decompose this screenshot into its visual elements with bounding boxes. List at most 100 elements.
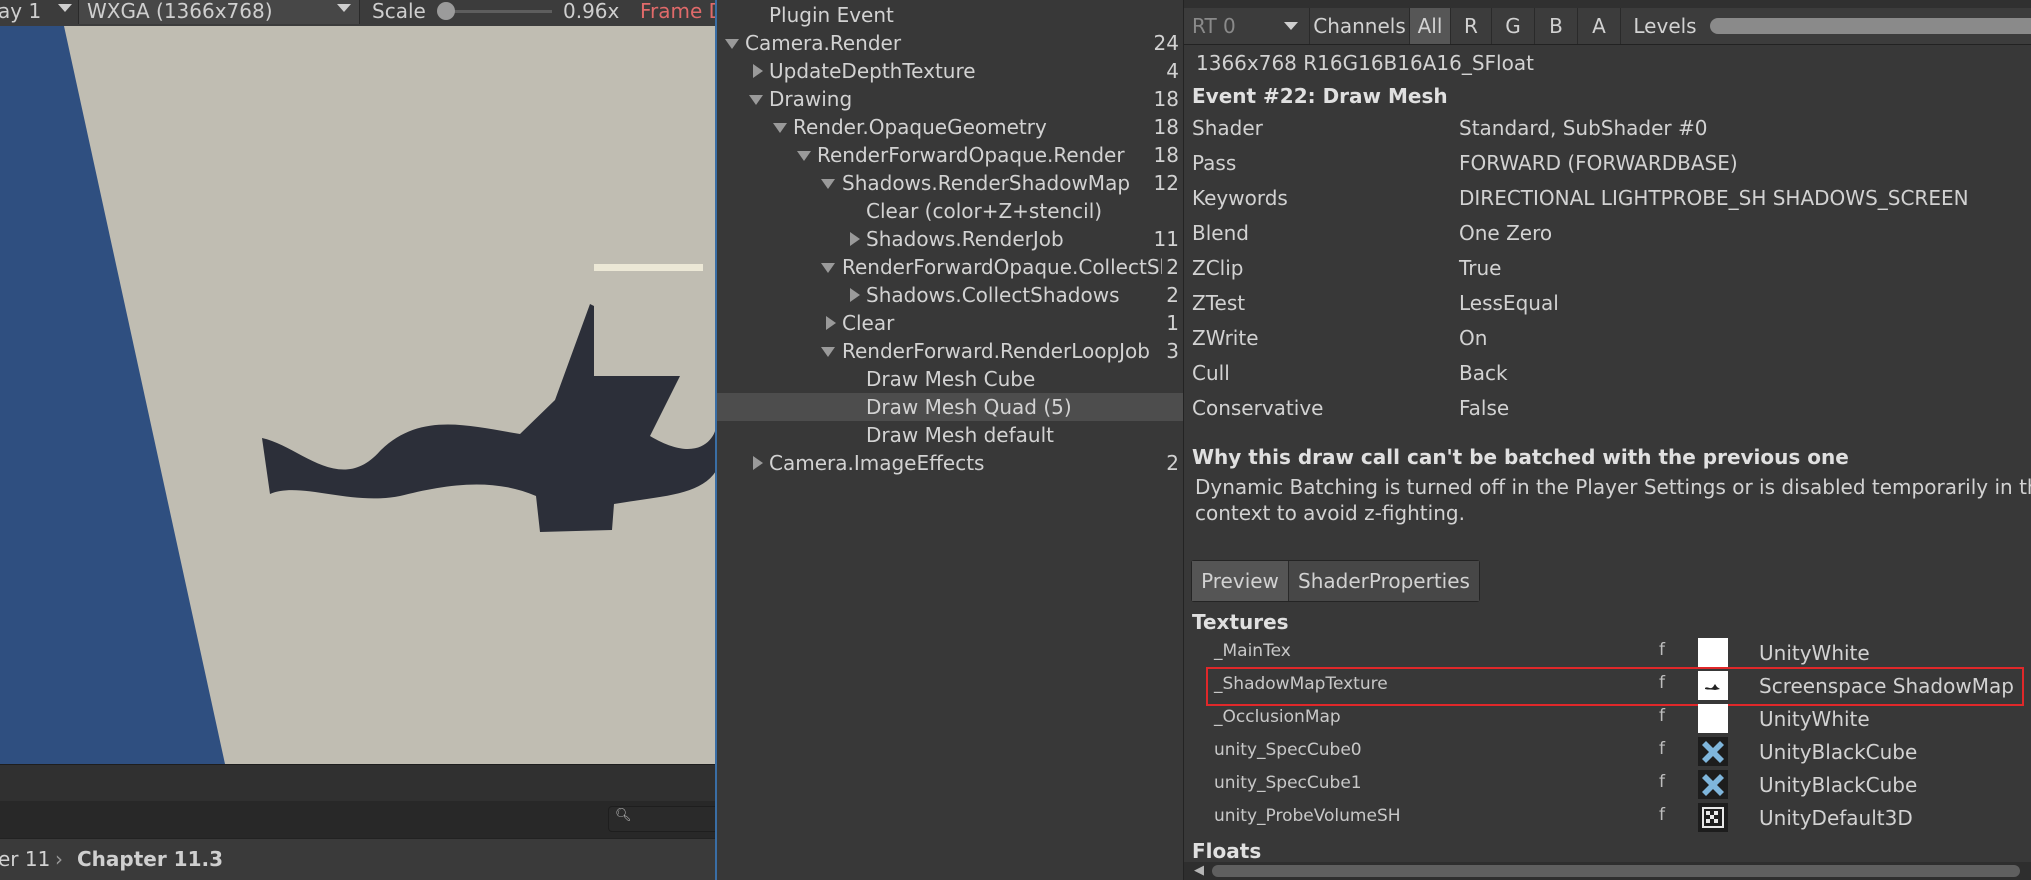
texture-name: unity_SpecCube0 bbox=[1214, 740, 1362, 760]
property-key: Keywords bbox=[1192, 186, 1288, 210]
tree-item-shadows-collect-shadows[interactable]: Shadows.CollectShadows 2 bbox=[717, 281, 1183, 309]
resolution-select[interactable]: WXGA (1366x768) bbox=[78, 0, 360, 24]
tree-item-count: 18 bbox=[1153, 87, 1179, 111]
render-target-select[interactable]: RT 0 bbox=[1184, 8, 1310, 44]
tree-item-clear-color-z-stencil[interactable]: Clear (color+Z+stencil) bbox=[717, 197, 1183, 225]
tree-item-draw-mesh-cube[interactable]: Draw Mesh Cube bbox=[717, 365, 1183, 393]
tree-item-shadows-render-job[interactable]: Shadows.RenderJob 11 bbox=[717, 225, 1183, 253]
tree-item-draw-mesh-default[interactable]: Draw Mesh default bbox=[717, 421, 1183, 449]
texture-thumbnail[interactable] bbox=[1698, 770, 1728, 799]
tree-item-label: Camera.Render bbox=[745, 31, 902, 55]
tree-item-count: 18 bbox=[1153, 143, 1179, 167]
property-value: One Zero bbox=[1459, 221, 1553, 245]
breadcrumb: er 11 › Chapter 11.3 bbox=[0, 838, 716, 880]
texture-row: unity_SpecCube1 f UnityBlackCube bbox=[1184, 768, 2031, 801]
expand-arrow-icon[interactable] bbox=[725, 39, 739, 49]
property-value: False bbox=[1459, 396, 1510, 420]
collapse-arrow-icon[interactable] bbox=[850, 232, 860, 246]
texture-value[interactable]: UnityDefault3D bbox=[1759, 801, 1913, 835]
texture-name: unity_SpecCube1 bbox=[1214, 773, 1362, 793]
tree-item-render-forward-opaque-collect[interactable]: RenderForwardOpaque.CollectSh 2 bbox=[717, 253, 1183, 281]
collapse-arrow-icon[interactable] bbox=[850, 288, 860, 302]
tree-item-shadows-render-shadow-map[interactable]: Shadows.RenderShadowMap 12 bbox=[717, 169, 1183, 197]
texture-name: _MainTex bbox=[1214, 641, 1291, 661]
texture-thumbnail[interactable] bbox=[1698, 704, 1728, 733]
game-view: ay 1 WXGA (1366x768) Scale 0.96x Frame D… bbox=[0, 0, 716, 880]
light-strip bbox=[594, 264, 703, 271]
tree-item-clear[interactable]: Clear 1 bbox=[717, 309, 1183, 337]
game-scene bbox=[0, 26, 716, 764]
breadcrumb-item-current[interactable]: Chapter 11.3 bbox=[77, 845, 223, 873]
render-target-format: 1366x768 R16G16B16A16_SFloat bbox=[1196, 51, 1534, 75]
tree-item-render-forward-opaque-render[interactable]: RenderForwardOpaque.Render 18 bbox=[717, 141, 1183, 169]
texture-thumbnail[interactable] bbox=[1698, 737, 1728, 766]
channel-b-button[interactable]: B bbox=[1535, 8, 1578, 44]
tree-item-label: RenderForwardOpaque.Render bbox=[817, 143, 1125, 167]
batching-title: Why this draw call can't be batched with… bbox=[1192, 445, 1849, 469]
expand-arrow-icon[interactable] bbox=[773, 123, 787, 133]
tab-preview[interactable]: Preview bbox=[1192, 561, 1288, 601]
tree-item-count: 2 bbox=[1166, 451, 1179, 475]
event-title: Event #22: Draw Mesh bbox=[1192, 84, 1448, 108]
texture-thumbnail[interactable] bbox=[1698, 803, 1728, 832]
texture-value[interactable]: UnityBlackCube bbox=[1759, 735, 1917, 769]
levels-range-slider[interactable] bbox=[1710, 18, 2031, 34]
scroll-area[interactable] bbox=[0, 764, 716, 801]
tree-item-draw-mesh-quad-selected[interactable]: Draw Mesh Quad (5) bbox=[717, 393, 1183, 421]
tree-item-plugin-event[interactable]: Plugin Event bbox=[717, 1, 1183, 29]
display-select[interactable]: ay 1 bbox=[0, 0, 41, 24]
channel-a-button[interactable]: A bbox=[1578, 8, 1621, 44]
scale-slider-track[interactable] bbox=[440, 10, 552, 13]
tree-item-camera-render[interactable]: Camera.Render 24 bbox=[717, 29, 1183, 57]
expand-arrow-icon[interactable] bbox=[821, 347, 835, 357]
collapse-arrow-icon[interactable] bbox=[753, 456, 763, 470]
property-key: ZWrite bbox=[1192, 326, 1259, 350]
texture-value[interactable]: UnityBlackCube bbox=[1759, 768, 1917, 802]
tree-item-render-opaque-geometry[interactable]: Render.OpaqueGeometry 18 bbox=[717, 113, 1183, 141]
scroll-left-icon[interactable]: ◀ bbox=[1194, 863, 1204, 878]
channels-label: Channels bbox=[1310, 8, 1410, 44]
event-tree: Plugin Event Camera.Render 24 UpdateDept… bbox=[717, 0, 1183, 880]
resolution-label: WXGA (1366x768) bbox=[87, 0, 273, 23]
render-target-label: RT 0 bbox=[1192, 14, 1236, 38]
event-inspector: RT 0 Channels All R G B A Levels 1366x76… bbox=[1183, 0, 2031, 880]
channel-all-button[interactable]: All bbox=[1410, 8, 1451, 44]
tree-item-count: 12 bbox=[1153, 171, 1179, 195]
expand-arrow-icon[interactable] bbox=[749, 95, 763, 105]
channel-r-button[interactable]: R bbox=[1451, 8, 1492, 44]
expand-arrow-icon[interactable] bbox=[797, 151, 811, 161]
texture-name: unity_ProbeVolumeSH bbox=[1214, 806, 1401, 826]
tree-item-render-forward-render-loop-job[interactable]: RenderForward.RenderLoopJob 3 bbox=[717, 337, 1183, 365]
property-key: Blend bbox=[1192, 221, 1249, 245]
tree-item-label: UpdateDepthTexture bbox=[769, 59, 976, 83]
scrollbar-thumb[interactable] bbox=[1212, 865, 2020, 877]
texture-value[interactable]: UnityWhite bbox=[1759, 702, 1870, 736]
tree-item-drawing[interactable]: Drawing 18 bbox=[717, 85, 1183, 113]
texture-value[interactable]: UnityWhite bbox=[1759, 636, 1870, 670]
search-input[interactable]: 🔍︎ bbox=[608, 806, 716, 832]
breadcrumb-item-previous[interactable]: er 11 bbox=[0, 845, 50, 873]
expand-arrow-icon[interactable] bbox=[821, 263, 835, 273]
tree-item-camera-image-effects[interactable]: Camera.ImageEffects 2 bbox=[717, 449, 1183, 477]
texture-thumbnail[interactable] bbox=[1698, 638, 1728, 667]
frame-debug-label[interactable]: Frame D bbox=[640, 0, 716, 24]
chevron-down-icon[interactable] bbox=[58, 4, 72, 12]
tree-item-label: Camera.ImageEffects bbox=[769, 451, 985, 475]
horizontal-scrollbar[interactable]: ◀ bbox=[1184, 862, 2031, 880]
property-key: Conservative bbox=[1192, 396, 1324, 420]
channel-g-button[interactable]: G bbox=[1492, 8, 1535, 44]
tree-item-update-depth-texture[interactable]: UpdateDepthTexture 4 bbox=[717, 57, 1183, 85]
collapse-arrow-icon[interactable] bbox=[826, 316, 836, 330]
collapse-arrow-icon[interactable] bbox=[753, 64, 763, 78]
tree-item-label: Shadows.RenderShadowMap bbox=[842, 171, 1131, 195]
expand-arrow-icon[interactable] bbox=[821, 179, 835, 189]
property-value: LessEqual bbox=[1459, 291, 1559, 315]
tree-item-label: Shadows.RenderJob bbox=[866, 227, 1064, 251]
tree-item-label: Clear (color+Z+stencil) bbox=[866, 199, 1103, 223]
texture-stage-flag: f bbox=[1659, 772, 1665, 792]
tab-shader-properties[interactable]: ShaderProperties bbox=[1289, 561, 1479, 601]
scale-label: Scale bbox=[372, 0, 426, 23]
scale-slider-handle[interactable] bbox=[437, 2, 455, 20]
property-value: True bbox=[1459, 256, 1502, 280]
tree-item-count: 4 bbox=[1166, 59, 1179, 83]
